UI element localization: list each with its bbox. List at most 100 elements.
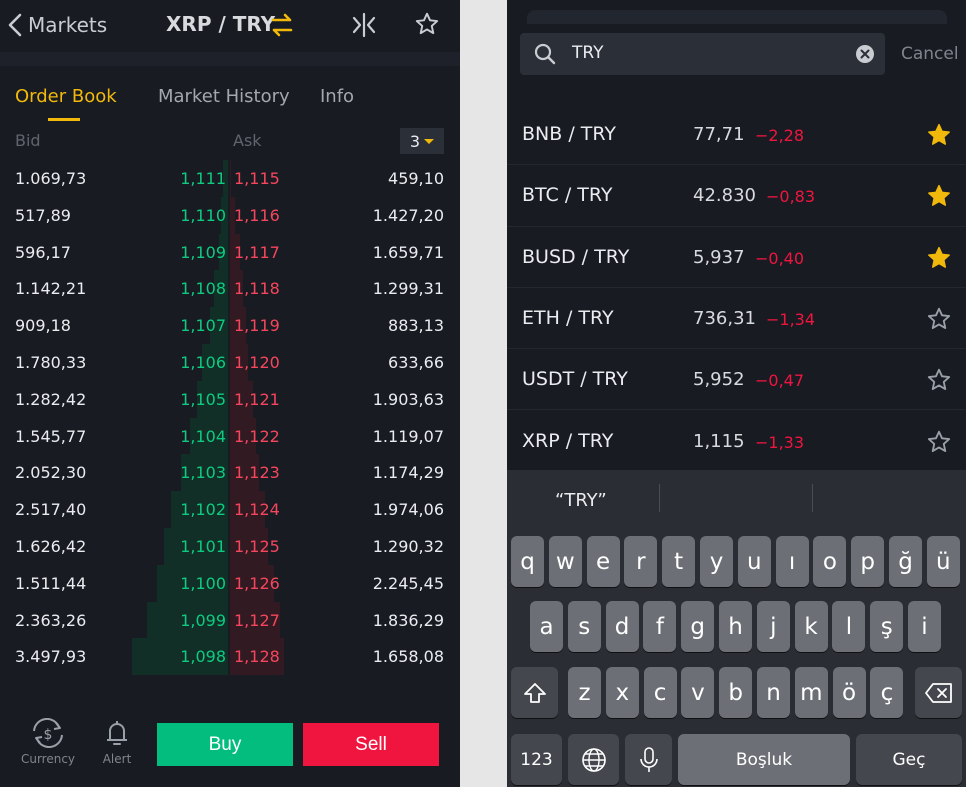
tab-market-history[interactable]: Market History — [158, 86, 290, 107]
tab-info[interactable]: Info — [320, 86, 354, 107]
result-change: −1,33 — [755, 432, 805, 452]
key-o[interactable]: o — [813, 536, 847, 587]
result-row[interactable]: XRP / TRY 1,115 −1,33 — [507, 411, 966, 472]
key-k[interactable]: k — [794, 601, 828, 652]
search-input[interactable]: TRY — [520, 33, 885, 75]
order-book-row[interactable]: 1.780,33 1,106 1,120 633,66 — [0, 344, 460, 381]
key-i[interactable]: i — [908, 601, 941, 652]
clear-icon[interactable] — [855, 44, 875, 64]
favorite-star-icon[interactable] — [414, 11, 440, 37]
key-ü[interactable]: ü — [926, 536, 960, 587]
key-e[interactable]: e — [586, 536, 620, 587]
key-l[interactable]: l — [832, 601, 866, 652]
key-s[interactable]: s — [567, 601, 601, 652]
key-h[interactable]: h — [719, 601, 752, 652]
currency-button[interactable]: $ Currency — [18, 718, 78, 766]
result-row[interactable]: ETH / TRY 736,31 −1,34 — [507, 288, 966, 350]
globe-key[interactable] — [568, 734, 619, 785]
bid-quantity: 1.282,42 — [15, 389, 87, 409]
key-x[interactable]: x — [605, 667, 639, 718]
buy-button[interactable]: Buy — [157, 723, 293, 766]
key-q[interactable]: q — [511, 536, 544, 587]
back-button[interactable]: Markets — [8, 10, 107, 40]
order-book-row[interactable]: 1.069,73 1,111 1,115 459,10 — [0, 160, 460, 197]
key-g[interactable]: g — [681, 601, 715, 652]
microphone-key[interactable] — [625, 734, 672, 785]
key-a[interactable]: a — [530, 601, 563, 652]
order-book-row[interactable]: 2.052,30 1,103 1,123 1.174,29 — [0, 454, 460, 492]
return-key[interactable]: Geç — [856, 734, 962, 785]
result-price: 77,71 — [693, 124, 745, 145]
key-n[interactable]: n — [757, 667, 790, 718]
alert-button[interactable]: Alert — [87, 718, 147, 766]
star-filled-icon[interactable] — [926, 245, 952, 271]
swap-icon[interactable] — [270, 12, 294, 38]
key-d[interactable]: d — [605, 601, 639, 652]
key-y[interactable]: y — [700, 536, 733, 587]
order-book-row[interactable]: 2.517,40 1,102 1,124 1.974,06 — [0, 491, 460, 528]
currency-exchange-icon: $ — [33, 718, 63, 748]
key-z[interactable]: z — [568, 667, 601, 718]
order-book-row[interactable]: 1.282,42 1,105 1,121 1.903,63 — [0, 380, 460, 418]
order-book-row[interactable]: 3.497,93 1,098 1,128 1.658,08 — [0, 638, 460, 676]
numbers-key[interactable]: 123 — [511, 734, 562, 785]
split-view-icon[interactable] — [351, 12, 377, 38]
key-ö[interactable]: ö — [832, 667, 866, 718]
key-f[interactable]: f — [643, 601, 677, 652]
ask-quantity: 1.174,29 — [372, 463, 444, 483]
star-outline-icon[interactable] — [926, 306, 952, 332]
order-book-row[interactable]: 909,18 1,107 1,119 883,13 — [0, 307, 460, 344]
top-bar: Markets XRP / TRY — [0, 0, 460, 52]
shift-key[interactable] — [511, 667, 558, 718]
key-p[interactable]: p — [851, 536, 885, 587]
star-outline-icon[interactable] — [926, 429, 952, 455]
result-row[interactable]: BUSD / TRY 5,937 −0,40 — [507, 227, 966, 288]
result-price: 5,937 — [693, 246, 745, 268]
pair-title[interactable]: XRP / TRY — [166, 12, 275, 36]
order-book-row[interactable]: 1.626,42 1,101 1,125 1.290,32 — [0, 528, 460, 565]
cancel-button[interactable]: Cancel — [901, 44, 959, 64]
key-ş[interactable]: ş — [870, 601, 904, 652]
key-u[interactable]: u — [737, 536, 771, 587]
result-symbol: ETH / TRY — [522, 306, 614, 329]
key-ğ[interactable]: ğ — [889, 536, 922, 587]
order-book-row[interactable]: 1.545,77 1,104 1,122 1.119,07 — [0, 417, 460, 455]
ask-quantity: 1.299,31 — [372, 279, 444, 299]
key-c[interactable]: c — [643, 667, 677, 718]
bell-icon — [107, 721, 127, 745]
key-r[interactable]: r — [624, 536, 658, 587]
star-filled-icon[interactable] — [926, 183, 952, 209]
depth-selector[interactable]: 3 — [400, 128, 444, 154]
key-ı[interactable]: ı — [775, 536, 809, 587]
space-key[interactable]: Boşluk — [678, 734, 850, 785]
key-t[interactable]: t — [662, 536, 696, 587]
key-m[interactable]: m — [794, 667, 828, 718]
tab-order-book[interactable]: Order Book — [15, 86, 117, 107]
key-b[interactable]: b — [719, 667, 753, 718]
order-book-row[interactable]: 517,89 1,110 1,116 1.427,20 — [0, 196, 460, 234]
key-j[interactable]: j — [756, 601, 790, 652]
star-outline-icon[interactable] — [926, 367, 952, 393]
result-row[interactable]: BTC / TRY 42.830 −0,83 — [507, 165, 966, 227]
key-w[interactable]: w — [548, 536, 582, 587]
result-symbol: BUSD / TRY — [522, 245, 630, 268]
star-filled-icon[interactable] — [926, 122, 952, 148]
order-book-row[interactable]: 2.363,26 1,099 1,127 1.836,29 — [0, 601, 460, 639]
ask-price: 1,127 — [234, 610, 280, 630]
suggestion-item[interactable]: “TRY” — [555, 490, 607, 511]
order-book-row[interactable]: 1.142,21 1,108 1,118 1.299,31 — [0, 270, 460, 308]
key-v[interactable]: v — [681, 667, 715, 718]
bid-quantity: 909,18 — [15, 316, 71, 336]
result-row[interactable]: BNB / TRY 77,71 −2,28 — [507, 104, 966, 166]
backspace-key[interactable] — [915, 667, 962, 718]
ask-price: 1,126 — [234, 573, 280, 593]
ask-price: 1,120 — [234, 353, 280, 372]
bid-price: 1,099 — [180, 610, 226, 630]
key-ç[interactable]: ç — [870, 667, 904, 718]
header-divider — [0, 52, 460, 66]
result-row[interactable]: USDT / TRY 5,952 −0,47 — [507, 349, 966, 411]
bid-quantity: 2.363,26 — [15, 610, 87, 630]
order-book-row[interactable]: 1.511,44 1,100 1,126 2.245,45 — [0, 564, 460, 602]
order-book-row[interactable]: 596,17 1,109 1,117 1.659,71 — [0, 233, 460, 271]
sell-button[interactable]: Sell — [303, 723, 439, 766]
